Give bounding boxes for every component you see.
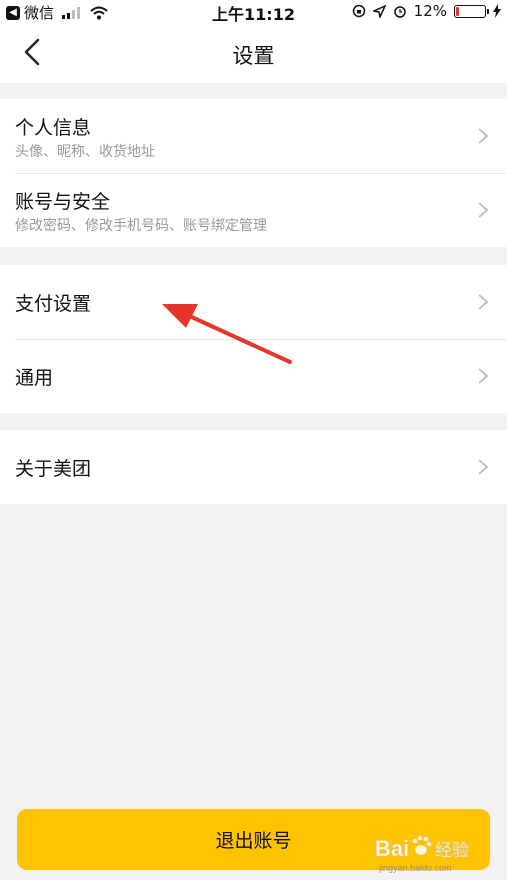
item-title: 支付设置	[15, 293, 92, 315]
settings-group-account: 个人信息 头像、昵称、收货地址 账号与安全 修改密码、修改手机号码、账号绑定管理	[0, 99, 507, 247]
baidu-jingyan-watermark: Bai 经验 jingyan.baidu.com	[375, 835, 469, 873]
svg-text:Bai: Bai	[375, 836, 409, 861]
chevron-right-icon	[478, 459, 489, 475]
chevron-right-icon	[478, 294, 489, 310]
battery-percentage: 12%	[413, 2, 447, 20]
battery-level-fill	[456, 6, 459, 16]
page-title: 设置	[232, 44, 275, 68]
svg-text:jingyan.baidu.com: jingyan.baidu.com	[378, 863, 452, 873]
item-subtitle: 修改密码、修改手机号码、账号绑定管理	[15, 218, 267, 234]
settings-group-general: 支付设置 通用	[0, 265, 507, 413]
battery-icon	[454, 4, 489, 18]
svg-text:经验: 经验	[435, 841, 469, 861]
alarm-icon	[393, 6, 406, 18]
status-bar-right: 12%	[352, 2, 501, 20]
settings-item-account-security[interactable]: 账号与安全 修改密码、修改手机号码、账号绑定管理	[0, 173, 507, 247]
navigation-bar: 设置	[0, 22, 507, 83]
item-subtitle: 头像、昵称、收货地址	[15, 144, 155, 160]
location-icon	[372, 4, 386, 18]
item-title: 通用	[15, 367, 54, 389]
status-bar: ◀ 微信 上午11:12 12%	[0, 0, 507, 24]
settings-item-about[interactable]: 关于美团	[0, 430, 507, 504]
chevron-right-icon	[478, 202, 489, 218]
settings-group-about: 关于美团	[0, 430, 507, 504]
settings-item-payment[interactable]: 支付设置	[0, 265, 507, 339]
settings-item-general[interactable]: 通用	[0, 339, 507, 413]
rotation-lock-icon	[352, 4, 365, 18]
charging-bolt-icon	[493, 4, 501, 18]
chevron-right-icon	[478, 368, 489, 384]
settings-item-personal-info[interactable]: 个人信息 头像、昵称、收货地址	[0, 99, 507, 173]
item-title: 关于美团	[15, 458, 92, 480]
item-title: 个人信息	[15, 117, 92, 139]
chevron-right-icon	[478, 128, 489, 144]
item-title: 账号与安全	[15, 191, 111, 213]
